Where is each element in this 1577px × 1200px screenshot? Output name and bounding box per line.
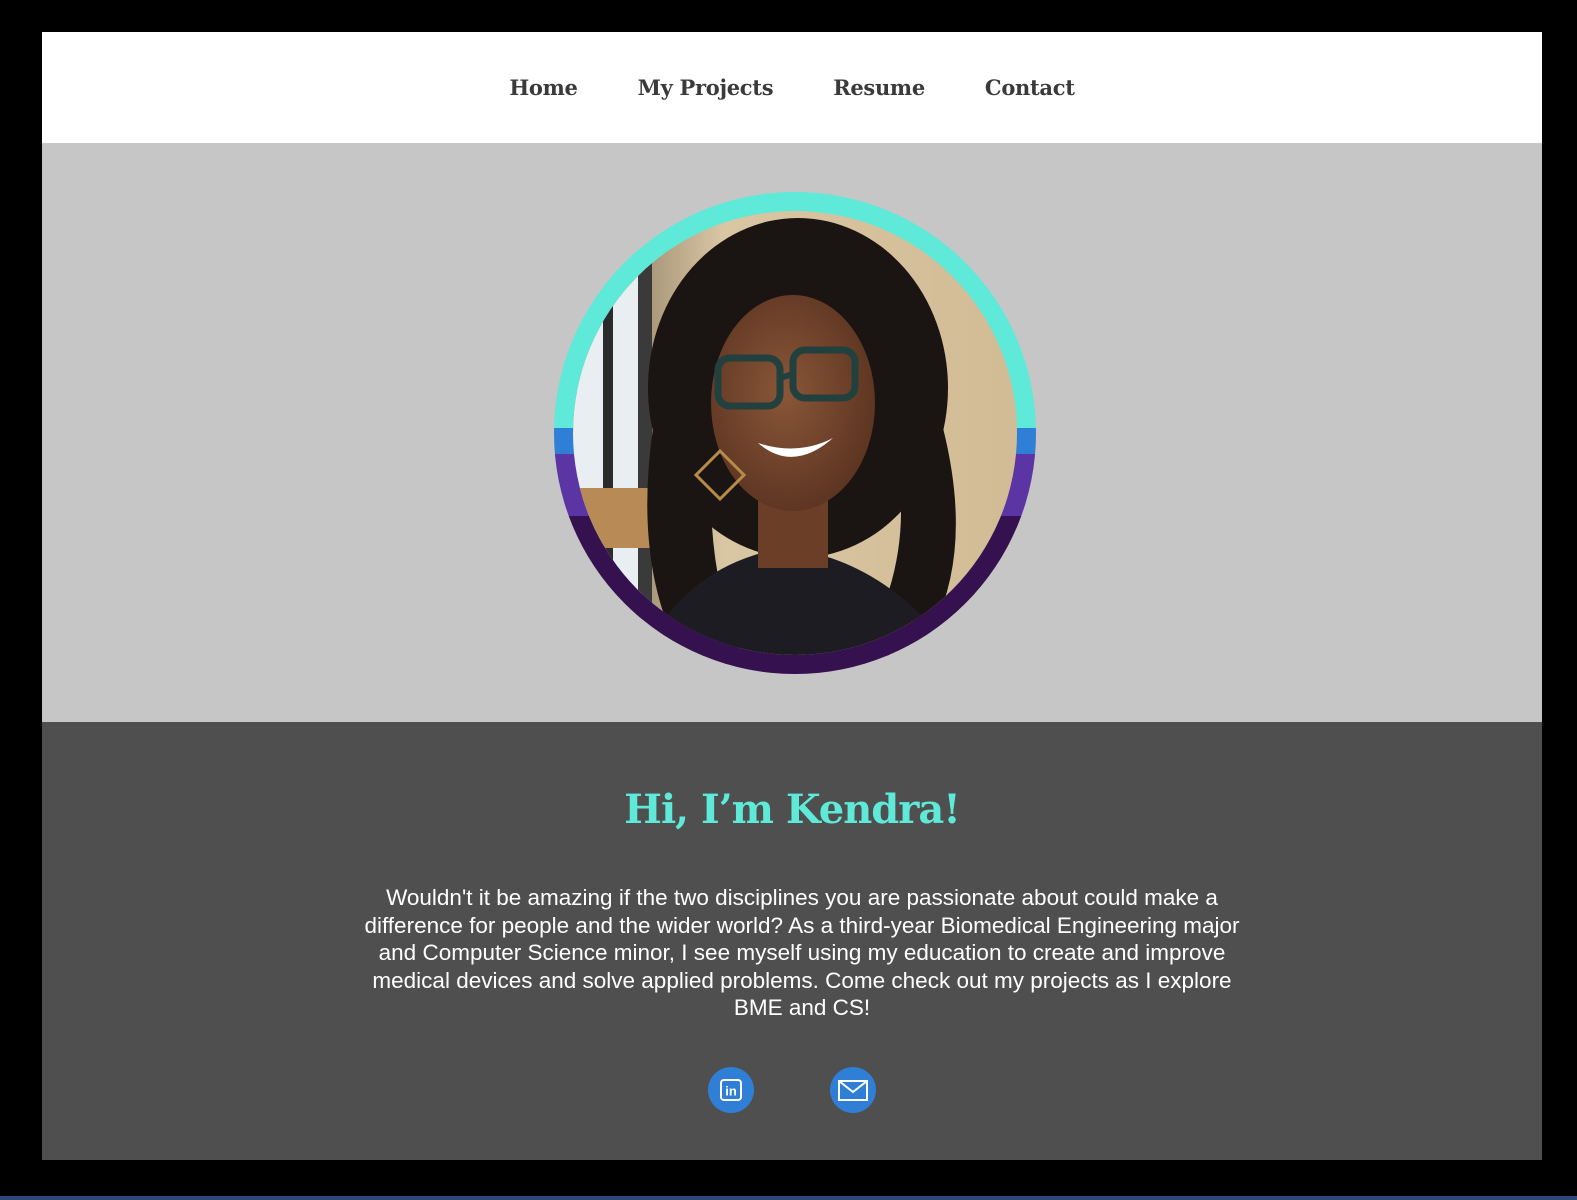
nav-link-resume[interactable]: Resume: [803, 75, 955, 100]
greeting-heading: Hi, I’m Kendra!: [624, 786, 961, 833]
top-navigation: Home My Projects Resume Contact: [42, 32, 1542, 143]
profile-photo: [553, 188, 1037, 678]
page: Home My Projects Resume Contact Hi, I’m …: [42, 32, 1542, 1160]
linkedin-button[interactable]: in: [708, 1067, 754, 1113]
linkedin-icon: in: [720, 1079, 742, 1101]
nav-link-my-projects[interactable]: My Projects: [608, 75, 804, 100]
bottom-strip: [0, 1196, 1577, 1200]
envelope-icon: [838, 1080, 868, 1101]
bio-text: Wouldn't it be amazing if the two discip…: [364, 885, 1240, 1020]
browser-frame: Home My Projects Resume Contact Hi, I’m …: [0, 0, 1577, 1200]
nav-links: Home My Projects Resume Contact: [42, 32, 1542, 143]
nav-link-contact[interactable]: Contact: [955, 75, 1105, 100]
portrait: [573, 211, 1017, 655]
profile-photo-graphic: [554, 192, 1036, 674]
email-button[interactable]: [830, 1067, 876, 1113]
hero-section: [42, 143, 1542, 722]
about-section: Hi, I’m Kendra! Wouldn't it be amazing i…: [42, 722, 1542, 1160]
linkedin-icon-label: in: [725, 1084, 737, 1099]
nav-link-home[interactable]: Home: [479, 75, 607, 100]
